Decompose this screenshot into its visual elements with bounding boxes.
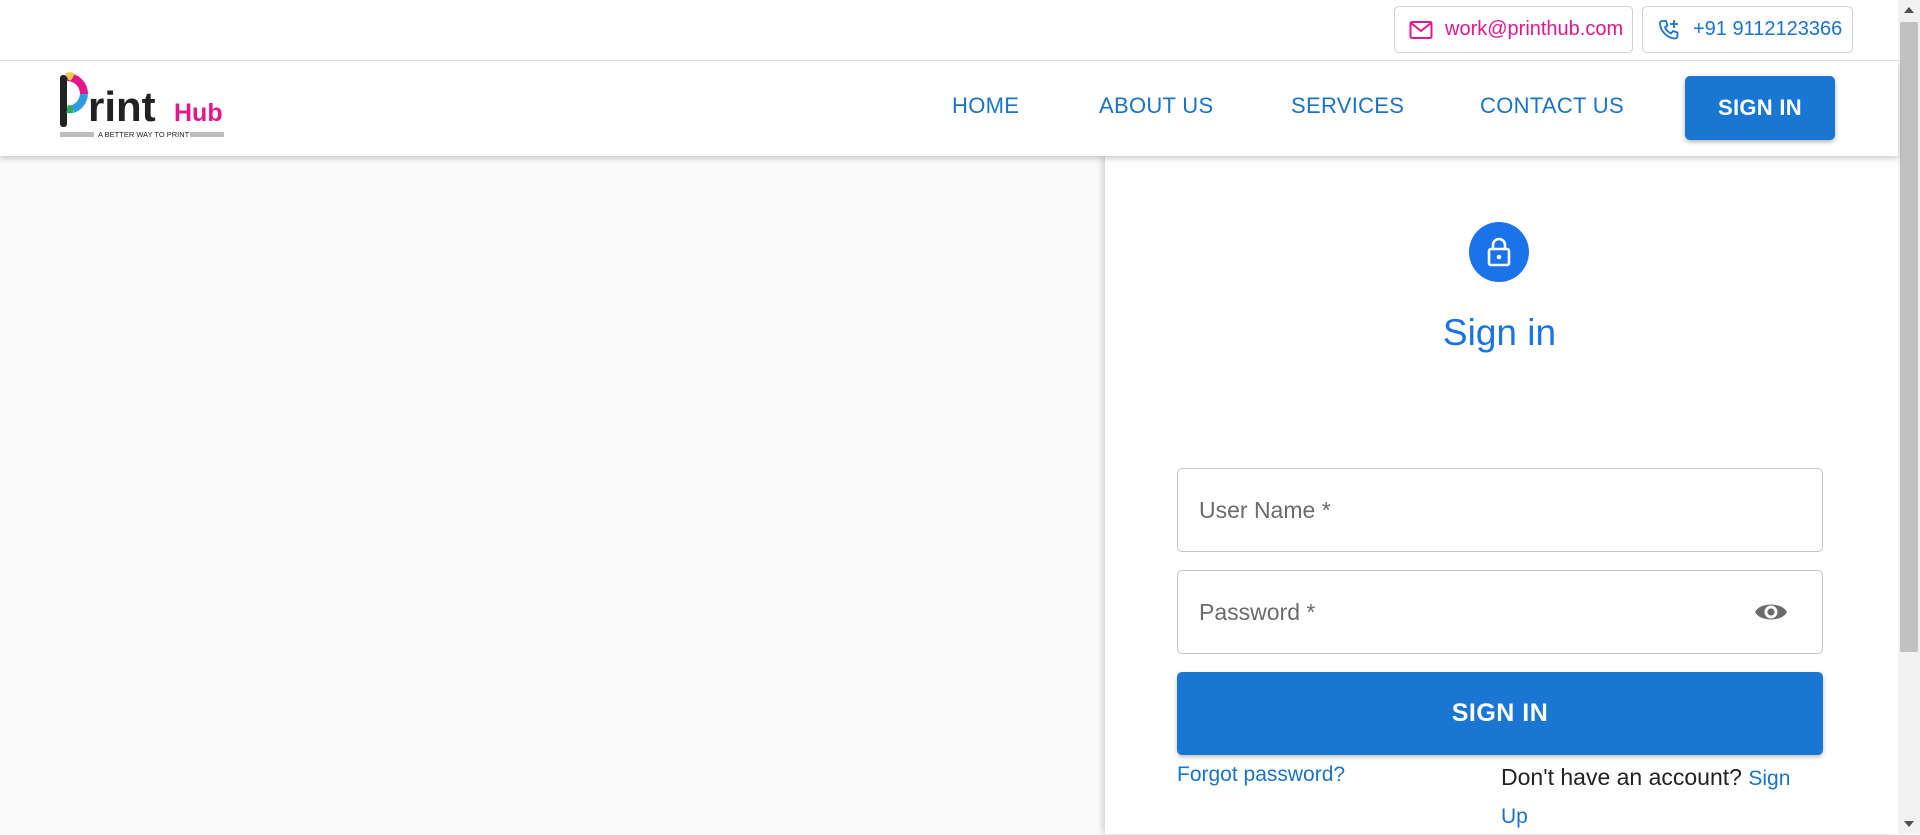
left-blank-panel xyxy=(0,156,1105,834)
printhub-logo-mark: rint Hub A BETTER WAY TO PRINT xyxy=(60,72,224,139)
printhub-logo[interactable]: rint Hub A BETTER WAY TO PRINT xyxy=(58,71,228,146)
forgot-password-link[interactable]: Forgot password? xyxy=(1177,763,1345,787)
scroll-thumb[interactable] xyxy=(1900,22,1918,652)
email-text: work@printhub.com xyxy=(1445,18,1624,40)
scroll-up-arrow[interactable] xyxy=(1904,7,1914,13)
eye-icon[interactable] xyxy=(1754,598,1788,631)
nav-sign-in-button[interactable]: SIGN IN xyxy=(1685,76,1835,140)
sign-in-submit-button[interactable]: SIGN IN xyxy=(1177,672,1823,755)
page-scrollbar[interactable] xyxy=(1898,0,1920,834)
nav-contact-us[interactable]: CONTACT US xyxy=(1480,93,1624,119)
logo-word: rint xyxy=(88,83,156,130)
lock-avatar xyxy=(1469,222,1529,282)
nav-home[interactable]: HOME xyxy=(952,93,1019,119)
scroll-down-arrow[interactable] xyxy=(1904,821,1914,827)
sign-in-title: Sign in xyxy=(1442,312,1557,353)
password-input[interactable] xyxy=(1178,571,1739,653)
lock-icon xyxy=(1487,237,1511,267)
phone-add-icon xyxy=(1659,19,1679,39)
logo-accent: Hub xyxy=(174,99,223,127)
phone-text: +91 9112123366 xyxy=(1693,18,1843,40)
no-account-text: Don't have an account? xyxy=(1501,764,1749,790)
nav-about-us[interactable]: ABOUT US xyxy=(1099,93,1213,119)
main-navbar: rint Hub A BETTER WAY TO PRINT HOME ABOU… xyxy=(0,61,1898,156)
password-field[interactable] xyxy=(1177,570,1823,654)
signup-prompt: Don't have an account? Sign Up xyxy=(1501,759,1821,835)
email-contact-chip[interactable]: work@printhub.com xyxy=(1394,6,1633,53)
sign-in-card: Sign in SIGN IN Forgot password? Don't h… xyxy=(1105,156,1898,834)
username-field[interactable] xyxy=(1177,468,1823,552)
phone-contact-chip[interactable]: +91 9112123366 xyxy=(1642,6,1853,53)
nav-services[interactable]: SERVICES xyxy=(1291,93,1404,119)
mail-icon xyxy=(1409,20,1433,39)
top-contact-bar: work@printhub.com +91 9112123366 xyxy=(0,0,1898,61)
username-input[interactable] xyxy=(1178,469,1739,551)
logo-tagline: A BETTER WAY TO PRINT xyxy=(98,130,190,139)
